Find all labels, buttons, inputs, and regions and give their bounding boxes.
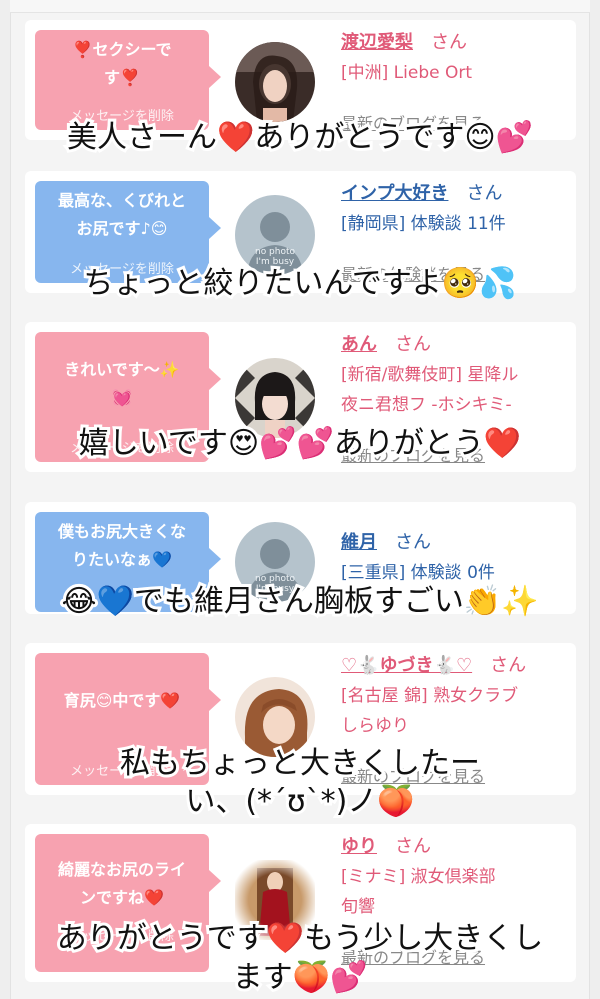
caption-overlay: ありがとうです❤️もう少し大きくし	[54, 918, 546, 959]
message-line: ンですね❤️	[80, 888, 164, 907]
avatar[interactable]	[235, 677, 315, 757]
no-photo-text: no photo	[254, 574, 296, 584]
caption-overlay: ます🍑💕	[230, 957, 371, 998]
honorific: さん	[395, 532, 431, 553]
message-line: 育尻😊中です❤️	[63, 691, 181, 710]
caption-overlay: 嬉しいです😍💕💕ありがとう❤️	[76, 423, 524, 464]
top-edge	[10, 0, 590, 13]
user-name-link[interactable]: あん	[341, 334, 377, 355]
user-info: あん さん [新宿/歌舞伎町] 星降ル 夜ニ君想フ -ホシキミ-	[341, 330, 566, 420]
message-text: 僕もお尻大きくな りたいなぁ💙	[35, 518, 209, 574]
user-name-link[interactable]: ♡🐇ゆづき🐇♡	[341, 655, 472, 676]
user-info: インプ大好き さん [静岡県] 体験談 11件	[341, 179, 566, 239]
avatar-photo	[235, 677, 315, 757]
user-info: 維月 さん [三重県] 体験談 0件	[341, 528, 566, 588]
shop-detail[interactable]: [新宿/歌舞伎町] 星降ル	[341, 360, 566, 390]
no-photo-text: no photo	[254, 247, 296, 257]
user-name-link[interactable]: ゆり	[341, 836, 377, 857]
no-photo-label: no photo I'm busy	[235, 247, 315, 267]
name-line: ♡🐇ゆづき🐇♡ さん	[341, 651, 566, 681]
message-line: す❣️	[104, 68, 140, 87]
name-line: ゆり さん	[341, 832, 566, 862]
honorific: さん	[395, 334, 431, 355]
name-line: 渡辺愛梨 さん	[341, 28, 566, 58]
user-info: ゆり さん [ミナミ] 淑女倶楽部 旬響	[341, 832, 566, 922]
user-info: ♡🐇ゆづき🐇♡ さん [名古屋 錦] 熟女クラブ しらゆり	[341, 651, 566, 741]
review-detail[interactable]: [静岡県] 体験談 11件	[341, 209, 566, 239]
message-line: きれいです〜✨	[64, 360, 180, 379]
shop-detail[interactable]: [中洲] Liebe Ort	[341, 58, 566, 88]
honorific: さん	[490, 655, 527, 676]
honorific: さん	[395, 836, 431, 857]
shop-detail[interactable]: 夜ニ君想フ -ホシキミ-	[341, 390, 566, 420]
caption-overlay: 私もちょっと大きくしたー	[117, 743, 483, 784]
message-text: 綺麗なお尻のライ ンですね❤️	[35, 856, 209, 912]
message-line: ❣️セクシーで	[72, 40, 172, 59]
user-name-link[interactable]: インプ大好き	[341, 183, 448, 204]
user-info: 渡辺愛梨 さん [中洲] Liebe Ort	[341, 28, 566, 88]
message-text: きれいです〜✨ 💓	[35, 356, 209, 412]
message-text: ❣️セクシーで す❣️	[35, 36, 209, 92]
user-name-link[interactable]: 維月	[341, 532, 377, 553]
message-line: 僕もお尻大きくな	[57, 522, 186, 541]
shop-detail[interactable]: [ミナミ] 淑女倶楽部	[341, 862, 566, 892]
name-line: 維月 さん	[341, 528, 566, 558]
caption-overlay: ちょっと絞りたいんですよ🥺💦	[80, 263, 519, 304]
avatar[interactable]	[235, 42, 315, 122]
message-line: 💓	[112, 388, 132, 407]
avatar-photo	[235, 42, 315, 122]
shop-detail[interactable]: 旬響	[341, 892, 566, 922]
caption-overlay: 美人さーん❤️ありがとうです😊💕	[64, 117, 536, 158]
message-text: 最高な、くびれと お尻です♪😊	[35, 187, 209, 243]
honorific: さん	[466, 183, 503, 204]
avatar[interactable]: no photo I'm busy	[235, 195, 315, 275]
name-line: あん さん	[341, 330, 566, 360]
message-line: 最高な、くびれと	[57, 191, 186, 210]
name-line: インプ大好き さん	[341, 179, 566, 209]
message-card: 綺麗なお尻のライ ンですね❤️ メッセージを削除 ゆり さん [ミナミ] 淑女倶楽…	[25, 824, 576, 982]
message-line: りたいなぁ💙	[72, 550, 172, 569]
message-line: 綺麗なお尻のライ	[57, 860, 186, 879]
message-line: お尻です♪😊	[76, 219, 168, 238]
message-bubble: ❣️セクシーで す❣️ メッセージを削除	[35, 30, 221, 130]
shop-detail[interactable]: しらゆり	[341, 711, 566, 741]
user-name-link[interactable]: 渡辺愛梨	[341, 32, 413, 53]
honorific: さん	[431, 32, 467, 53]
caption-overlay: 😂💙でも維月さん胸板すごい👏✨	[58, 581, 541, 622]
caption-overlay: い、(*´ʊ`*)ノ🍑	[182, 781, 417, 822]
message-text: 育尻😊中です❤️	[35, 687, 209, 715]
shop-detail[interactable]: [名古屋 錦] 熟女クラブ	[341, 681, 566, 711]
